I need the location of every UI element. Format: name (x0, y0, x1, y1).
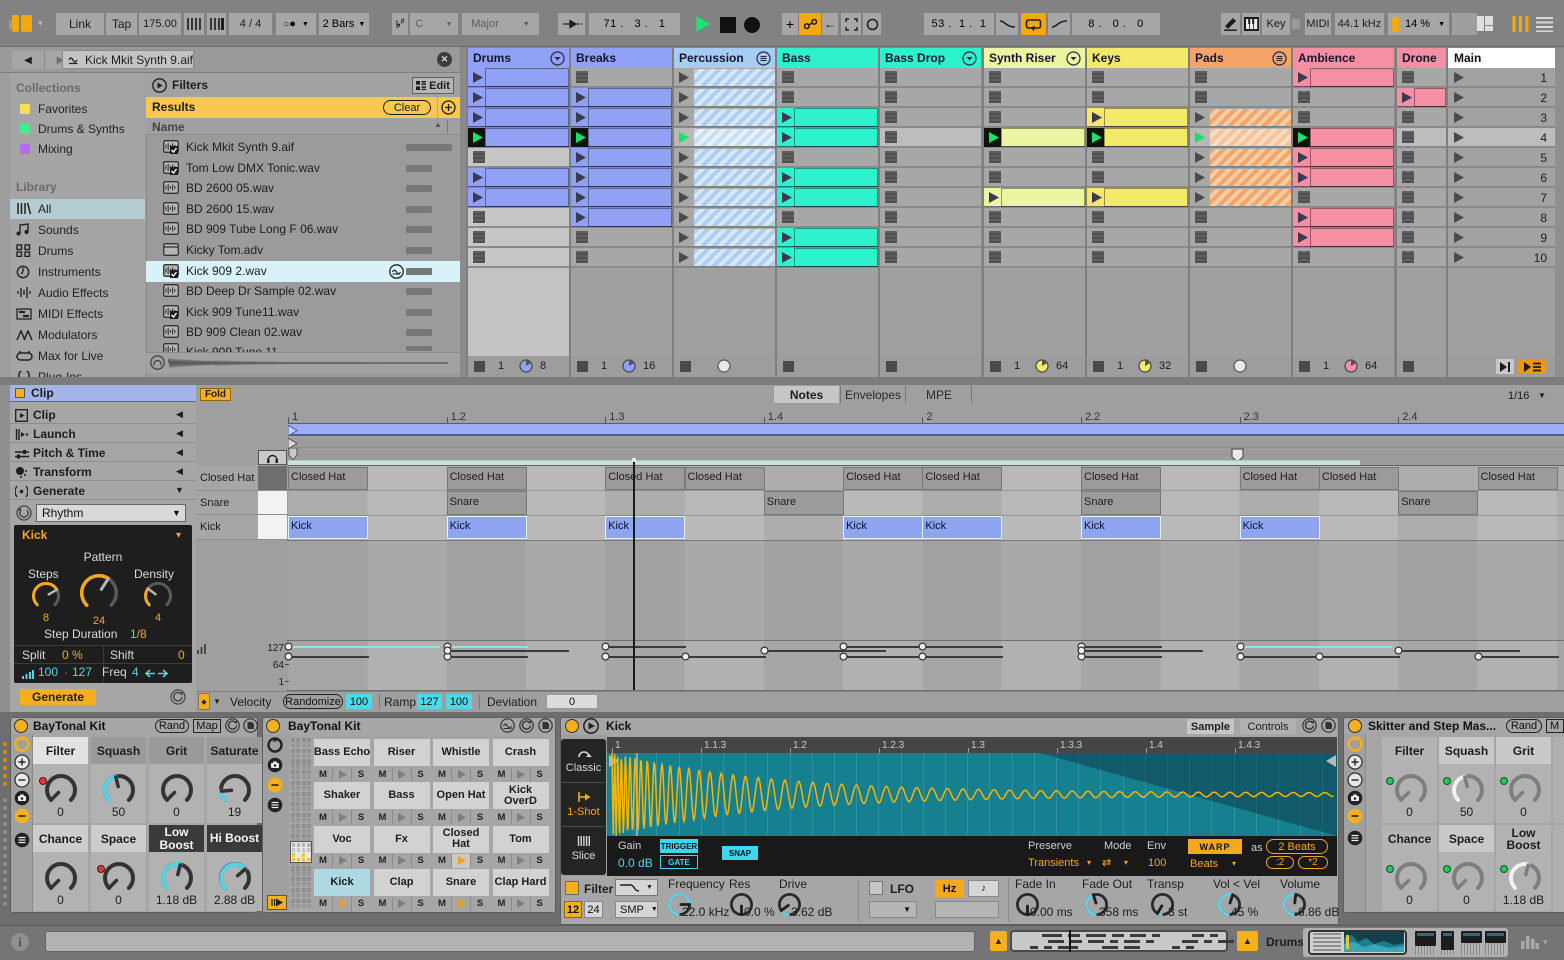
svg-text:i: i (18, 935, 22, 950)
